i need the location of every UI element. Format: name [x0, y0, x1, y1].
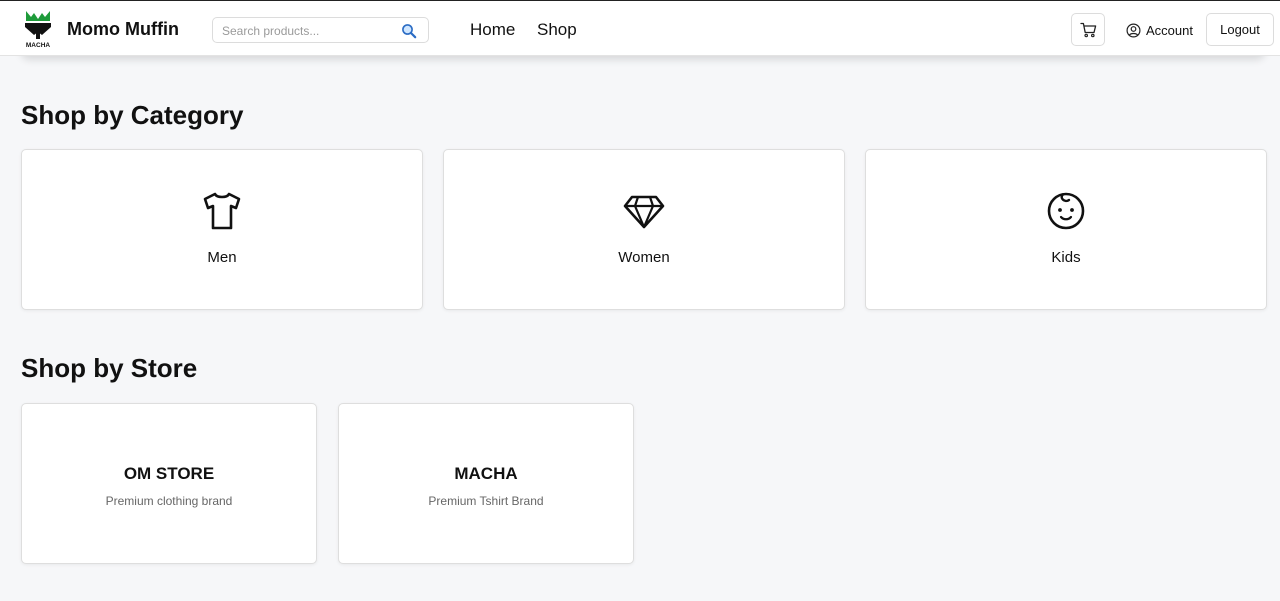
diamond-icon: [623, 195, 665, 229]
brand-name[interactable]: Momo Muffin: [67, 19, 179, 40]
store-card-om-store[interactable]: OM STORE Premium clothing brand: [21, 403, 317, 564]
store-description: Premium Tshirt Brand: [428, 494, 544, 508]
tshirt-icon: [203, 192, 241, 230]
category-card-kids[interactable]: Kids: [865, 149, 1267, 310]
magnifier-icon[interactable]: [401, 23, 417, 39]
category-label-men: Men: [207, 249, 237, 266]
category-card-men[interactable]: Men: [21, 149, 423, 310]
top-navbar: MACHA Momo Muffin Home Shop Account Logo…: [0, 0, 1280, 56]
category-label-women: Women: [618, 249, 670, 266]
baby-face-icon: [1047, 192, 1085, 230]
store-card-macha[interactable]: MACHA Premium Tshirt Brand: [338, 403, 634, 564]
store-section-title: Shop by Store: [21, 353, 198, 383]
logout-button[interactable]: Logout: [1206, 13, 1274, 46]
macha-logo[interactable]: MACHA: [22, 9, 54, 49]
search-box: [212, 17, 429, 43]
category-section-title: Shop by Category: [21, 100, 244, 130]
category-card-women[interactable]: Women: [443, 149, 845, 310]
account-label: Account: [1146, 22, 1193, 38]
store-description: Premium clothing brand: [105, 494, 233, 508]
nav-shop-link[interactable]: Shop: [537, 20, 577, 40]
store-name: OM STORE: [123, 464, 215, 483]
logo-text: MACHA: [26, 42, 50, 49]
nav-home-link[interactable]: Home: [470, 20, 515, 40]
cart-icon: [1079, 22, 1096, 37]
store-name: MACHA: [454, 464, 518, 483]
search-input[interactable]: [222, 22, 397, 40]
cart-button[interactable]: [1071, 13, 1105, 46]
category-label-kids: Kids: [1051, 249, 1081, 266]
account-link[interactable]: Account: [1126, 21, 1193, 39]
user-circle-icon: [1126, 22, 1141, 38]
